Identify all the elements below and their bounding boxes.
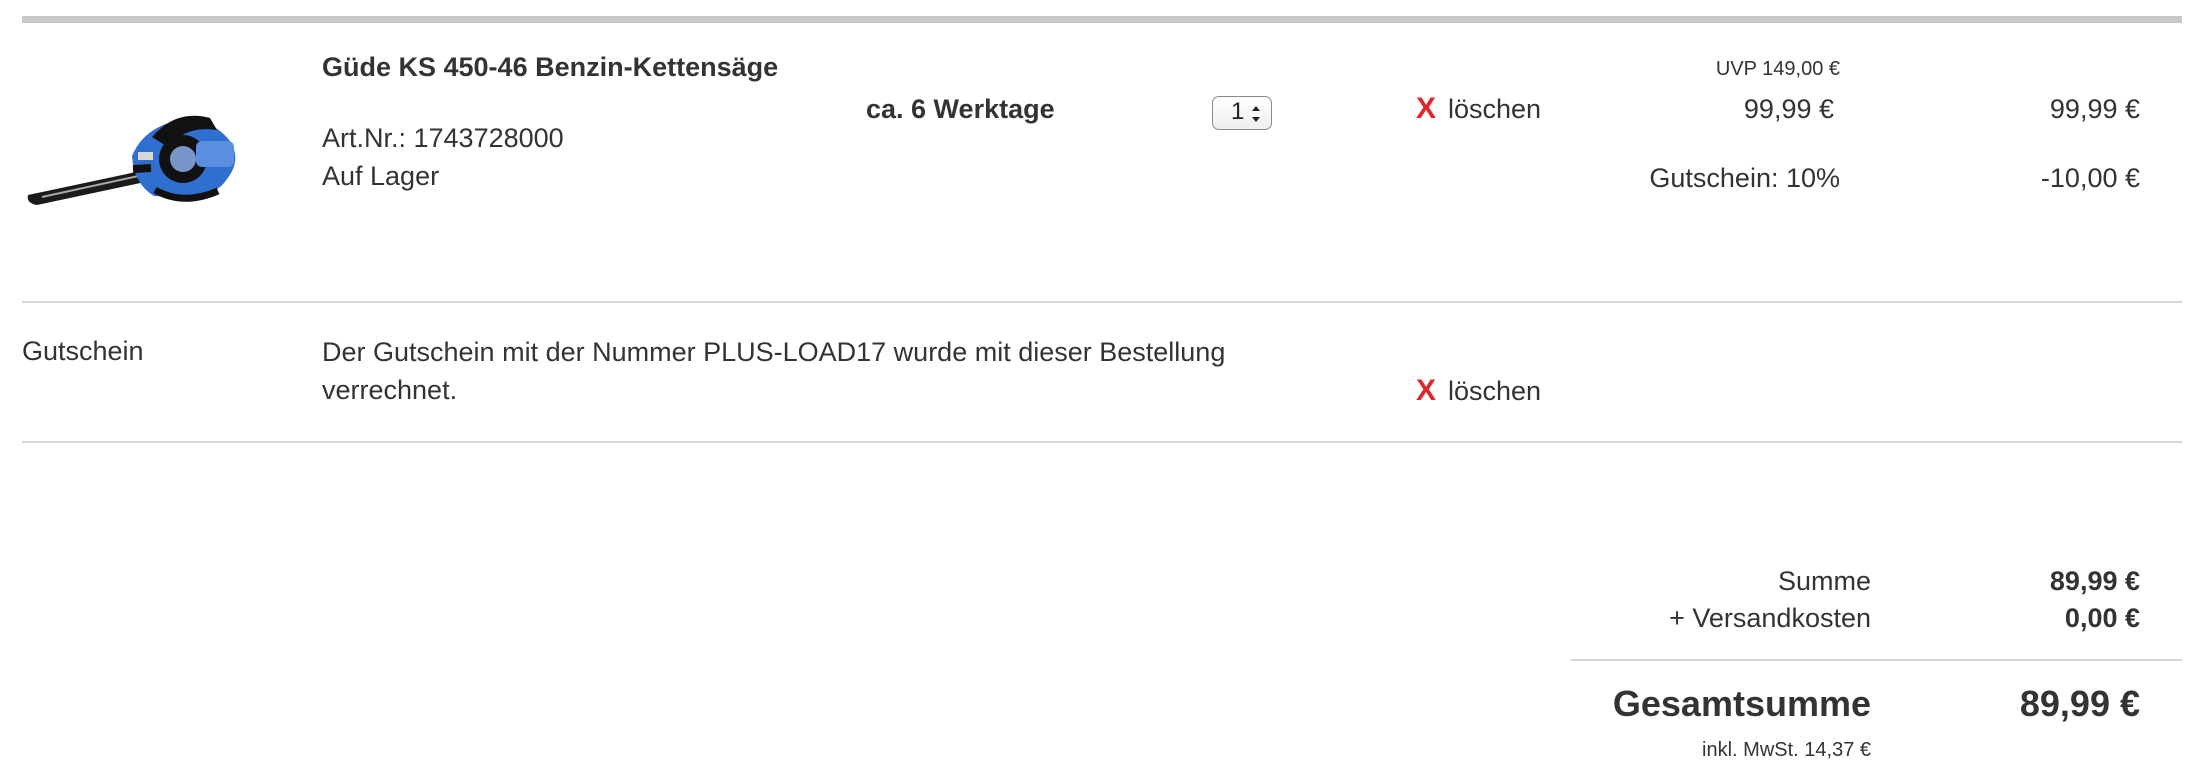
top-border (22, 16, 2182, 23)
delete-coupon-link[interactable]: löschen (1448, 376, 1541, 407)
line-total: 99,99 € (2049, 94, 2140, 124)
coupon-discount-label: Gutschein: 10% (1649, 163, 1840, 193)
subtotal-value: 89,99 € (2049, 566, 2140, 596)
select-arrows-icon (1252, 106, 1260, 122)
delivery-time: ca. 6 Werktage (866, 94, 1055, 124)
chainsaw-icon (27, 115, 236, 205)
grand-total-value: 89,99 € (2019, 683, 2140, 724)
quantity-value: 1 (1231, 98, 1245, 125)
unit-price: 99,99 € (1743, 94, 1834, 124)
subtotal-label: Summe (1777, 566, 1871, 596)
shopping-cart-page: Güde KS 450-46 Benzin-Kettensäge Art.Nr.… (0, 0, 2198, 778)
delete-product-link[interactable]: löschen (1448, 94, 1541, 125)
delete-x-icon[interactable]: X (1416, 92, 1436, 126)
shipping-label: + Versandkosten (1669, 603, 1871, 633)
coupon-discount-amount: -10,00 € (2040, 163, 2140, 193)
uvp-price: UVP 149,00 € (1715, 58, 1840, 80)
coupon-message: Der Gutschein mit der Nummer PLUS-LOAD17… (322, 337, 1226, 405)
coupon-delete-x-icon[interactable]: X (1416, 374, 1436, 408)
quantity-select[interactable]: 1 (1212, 96, 1272, 130)
chainsaw-product-image[interactable] (20, 102, 252, 222)
summary-divider (1571, 659, 2182, 661)
row-divider (22, 441, 2182, 443)
stock-status: Auf Lager (322, 161, 440, 191)
grand-total-label: Gesamtsumme (1612, 683, 1871, 724)
coupon-row-label: Gutschein (22, 336, 144, 366)
row-divider (22, 301, 2182, 303)
article-number: Art.Nr.: 1743728000 (322, 123, 564, 153)
product-title[interactable]: Güde KS 450-46 Benzin-Kettensäge (322, 52, 778, 83)
shipping-value: 0,00 € (2064, 603, 2140, 633)
vat-note: inkl. MwSt. 14,37 € (1702, 739, 1871, 761)
